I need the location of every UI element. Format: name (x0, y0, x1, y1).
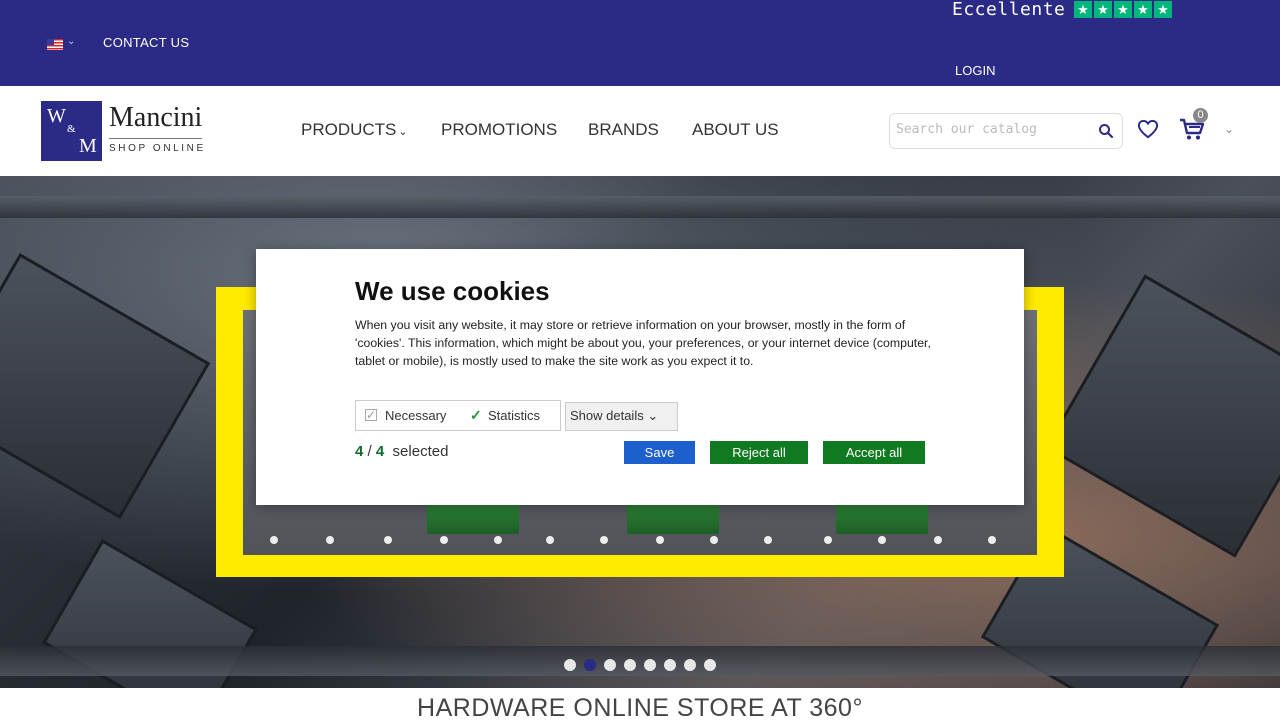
slider-dot[interactable] (664, 659, 676, 671)
chevron-down-icon[interactable]: ⌄ (67, 36, 75, 47)
star-icon: ★ (1094, 1, 1112, 18)
page-tagline: HARDWARE ONLINE STORE AT 360° (417, 694, 863, 722)
login-link[interactable]: LOGIN (955, 63, 995, 78)
slider-dot[interactable] (684, 659, 696, 671)
slider-dot[interactable] (564, 659, 576, 671)
logo[interactable]: W & M (41, 101, 102, 161)
rivet (440, 536, 448, 544)
nav-brands[interactable]: BRANDS (588, 120, 659, 140)
trust-rating-label[interactable]: Eccellente (952, 0, 1065, 20)
site-header: W & M Mancini SHOP ONLINE PRODUCTS ⌄ PROM… (0, 86, 1280, 176)
star-icon: ★ (1134, 1, 1152, 18)
hero-metal-bar (0, 196, 1280, 218)
rivet (710, 536, 718, 544)
nav-products[interactable]: PRODUCTS ⌄ (301, 120, 408, 140)
rivet (270, 536, 278, 544)
top-bar: ⌄ CONTACT US Eccellente ★ ★ ★ ★ ★ LOGIN (0, 0, 1280, 86)
search-input[interactable] (896, 122, 1086, 137)
save-button[interactable]: Save (624, 441, 695, 464)
rivet (934, 536, 942, 544)
wishlist-heart-icon[interactable] (1137, 119, 1159, 139)
us-flag-icon[interactable] (47, 39, 63, 50)
hero-decoration (0, 253, 211, 519)
logo-letter-m: M (79, 135, 97, 157)
nav-products-label: PRODUCTS (301, 120, 397, 139)
logo-ampersand: & (67, 123, 76, 135)
contact-us-link[interactable]: CONTACT US (103, 35, 189, 50)
account-chevron-down-icon[interactable]: ⌄ (1224, 122, 1234, 136)
statistics-label[interactable]: Statistics (488, 408, 540, 423)
slider-dots (564, 659, 716, 671)
hero-decoration (1044, 274, 1280, 558)
slider-dot[interactable] (604, 659, 616, 671)
rivet (878, 536, 886, 544)
cookie-title: We use cookies (355, 276, 550, 306)
chevron-down-icon: ⌄ (398, 126, 408, 138)
rivet (384, 536, 392, 544)
rivet (988, 536, 996, 544)
show-details-label: Show details (570, 408, 644, 423)
slider-dot[interactable] (644, 659, 656, 671)
star-icon: ★ (1074, 1, 1092, 18)
trust-stars[interactable]: ★ ★ ★ ★ ★ (1074, 1, 1172, 18)
selected-summary: 4 / 4 selected (355, 443, 449, 460)
logo-divider (109, 138, 202, 139)
accept-all-button[interactable]: Accept all (823, 441, 925, 464)
chevron-down-icon: ⌄ (647, 408, 659, 423)
cookie-consent-dialog: We use cookies When you visit any websit… (256, 249, 1024, 505)
nav-promotions[interactable]: PROMOTIONS (441, 120, 557, 140)
search-icon[interactable] (1098, 123, 1114, 139)
selected-count: 4 (355, 443, 364, 460)
nav-about-us[interactable]: ABOUT US (692, 120, 779, 140)
cookie-description: When you visit any website, it may store… (355, 318, 931, 368)
selected-total: 4 (375, 443, 385, 460)
rivet (326, 536, 334, 544)
rivet (824, 536, 832, 544)
selected-label: selected (392, 443, 449, 460)
statistics-checkbox[interactable]: ✓ (469, 408, 482, 422)
logo-subtitle: SHOP ONLINE (109, 143, 206, 154)
slider-dot-active[interactable] (584, 659, 596, 671)
slider-dot[interactable] (704, 659, 716, 671)
necessary-checkbox: ✓ (365, 408, 377, 422)
rivet (546, 536, 554, 544)
show-details-button[interactable]: Show details ⌄ (565, 402, 678, 431)
cookie-options: ✓ Necessary ✓ Statistics (355, 400, 561, 431)
necessary-label: Necessary (385, 408, 447, 423)
rivet (656, 536, 664, 544)
star-icon: ★ (1114, 1, 1132, 18)
search-box (889, 113, 1123, 149)
logo-name[interactable]: Mancini (109, 102, 202, 134)
logo-letter-w: W (47, 105, 66, 127)
slider-dot[interactable] (624, 659, 636, 671)
rivet (600, 536, 608, 544)
rivet (494, 536, 502, 544)
rivet (764, 536, 772, 544)
star-icon: ★ (1154, 1, 1172, 18)
reject-all-button[interactable]: Reject all (710, 441, 808, 464)
cart-count-badge: 0 (1193, 108, 1208, 123)
